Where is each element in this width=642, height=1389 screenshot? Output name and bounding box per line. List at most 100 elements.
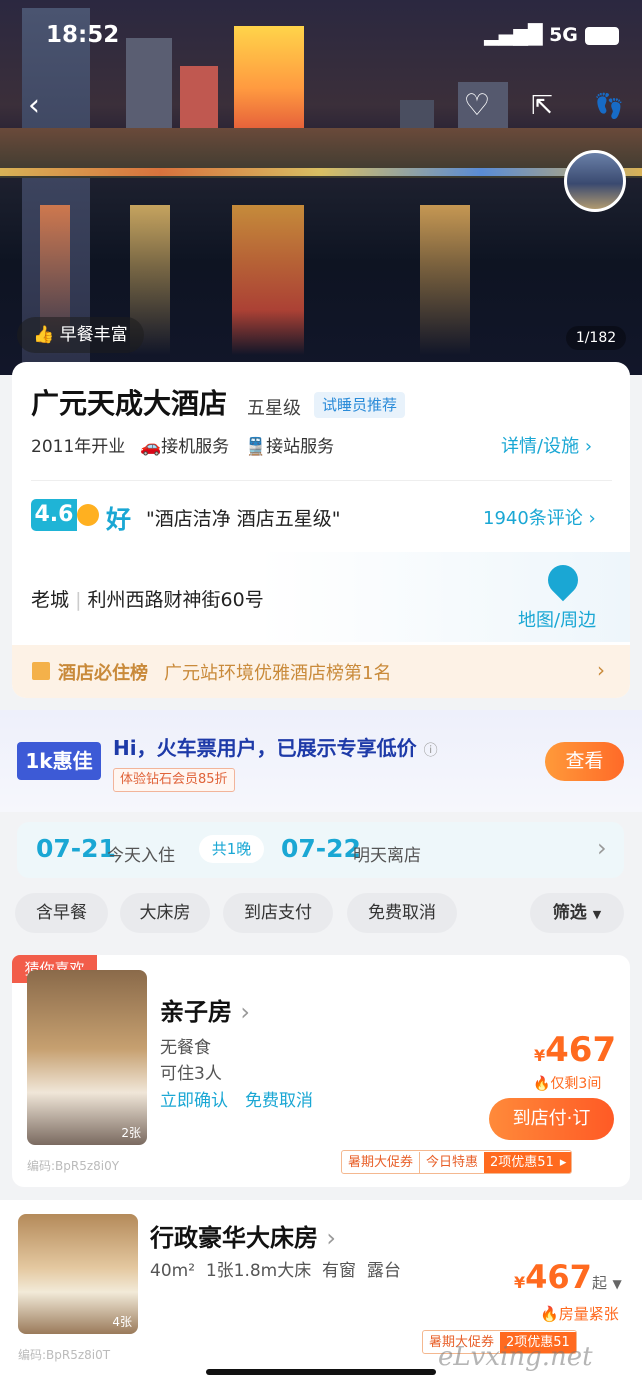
reviews-label: 1940条评论 [483, 508, 583, 529]
train-icon: 🚆 [245, 437, 267, 457]
chevron-right-icon: › [597, 658, 605, 682]
room-name[interactable]: 亲子房 › [160, 992, 250, 1027]
reflection [420, 205, 470, 355]
watermark: eLvxing.net [438, 1342, 593, 1372]
help-icon[interactable]: ⓘ [424, 743, 438, 759]
chevron-right-icon: › [326, 1224, 336, 1252]
filter-label: 筛选 [552, 903, 587, 923]
fire-icon: 🔥 [540, 1305, 559, 1323]
rank-title: 酒店必住榜 [58, 663, 148, 684]
divider [31, 480, 612, 481]
hotel-thumbnail[interactable] [564, 150, 626, 212]
view-button[interactable]: 查看 [545, 742, 624, 781]
trophy-icon [32, 662, 50, 680]
book-button[interactable]: 到店付·订 [489, 1098, 614, 1140]
light-strip [0, 168, 642, 176]
room-photo[interactable]: 4张 [18, 1214, 138, 1334]
promo-title: Hi，火车票用户，已展示专享低价 ⓘ [113, 732, 438, 761]
rank-text: 广元站环境优雅酒店榜第1名 [164, 663, 392, 684]
status-signal: ▂▄▆█ 5G [484, 24, 619, 46]
tag-label: 早餐丰富 [59, 325, 128, 345]
promo-title-text: Hi，火车票用户，已展示专享低价 [113, 736, 417, 760]
breakfast-tag: 👍 早餐丰富 [17, 317, 144, 353]
address: 老城 | 利州西路财神街60号 [31, 589, 264, 611]
details-link[interactable]: 详情/设施 › [501, 432, 592, 458]
photo-counter: 1/182 [566, 326, 626, 350]
nights-count: 共1晚 [199, 835, 264, 863]
currency: ¥ [514, 1273, 526, 1292]
star-level: 五星级 [247, 398, 301, 419]
checkin-label: 今天入住 [107, 846, 175, 866]
details-label: 详情/设施 [501, 436, 580, 457]
reviews-link[interactable]: 1940条评论 › [483, 504, 596, 530]
promo-tag-summer: 暑期大促券 [348, 1155, 414, 1170]
filter-pay-at-hotel[interactable]: 到店支付 [223, 893, 333, 933]
photo-count: 2张 [121, 1126, 141, 1140]
airport-service: 🚗接机服务 [140, 432, 229, 457]
carrier: 5G [549, 24, 578, 46]
stock-info: 🔥仅剩3间 [533, 1073, 601, 1093]
filter-free-cancel[interactable]: 免费取消 [347, 893, 457, 933]
back-button[interactable]: ‹ [14, 86, 54, 126]
filter-button[interactable]: 筛选 ▼ [530, 893, 624, 933]
price-value: 467 [545, 1030, 617, 1070]
caret-down-icon: ▼ [592, 908, 602, 921]
illuminated-tower [234, 26, 304, 130]
instant-confirm: 立即确认 [160, 1091, 228, 1111]
fire-icon: 🔥 [533, 1076, 551, 1092]
price-value: 467 [525, 1258, 592, 1296]
hero-photo[interactable]: 18:52 ▂▄▆█ 5G ‹ ♡ ⇱ 👣 👍 早餐丰富 1/182 [0, 0, 642, 375]
chevron-right-icon: › [240, 998, 250, 1026]
stock-info: 🔥房量紧张 [540, 1303, 619, 1324]
promo-logo: 1k惠佳 [17, 742, 101, 780]
battery-icon [584, 26, 619, 45]
checkin-date: 07-21 [36, 834, 116, 863]
filter-breakfast[interactable]: 含早餐 [15, 893, 108, 933]
home-indicator[interactable] [206, 1369, 436, 1375]
reflection [232, 205, 304, 355]
map-link[interactable]: 地图/周边 [518, 606, 596, 632]
ranking-banner[interactable]: 酒店必住榜 广元站环境优雅酒店榜第1名 › [12, 645, 630, 698]
rating-word: 好 [106, 505, 132, 534]
rating-score: 4.6 [31, 499, 77, 531]
currency: ¥ [534, 1046, 546, 1065]
car-icon: 🚗 [140, 437, 162, 457]
room-specs: 40m² 1张1.8m大床 有窗 露台 [150, 1261, 401, 1281]
chevron-right-icon: › [597, 834, 607, 862]
promo-tags[interactable]: 暑期大促券 今日特惠 2项优惠51 ▸ [341, 1150, 573, 1174]
airport-label: 接机服务 [161, 437, 230, 457]
filter-king-bed[interactable]: 大床房 [120, 893, 210, 933]
share-icon[interactable]: ⇱ [522, 86, 562, 126]
occupancy-info: 可住3人 [160, 1064, 222, 1084]
room-photo[interactable]: 2张 [27, 970, 147, 1145]
hotel-name: 广元天成大酒店 [31, 387, 228, 420]
station-label: 接站服务 [266, 437, 335, 457]
checkout-date: 07-22 [281, 834, 361, 863]
checkout-label: 明天离店 [353, 846, 421, 866]
area: 老城 [31, 589, 70, 611]
free-cancel: 免费取消 [245, 1091, 313, 1111]
favorite-heart-icon[interactable]: ♡ [457, 86, 497, 126]
photo-count: 4张 [112, 1315, 132, 1329]
smile-icon [77, 504, 99, 526]
caret-right-icon: ▸ [559, 1152, 572, 1173]
street: 利州西路财神街60号 [87, 589, 264, 611]
stock-text: 仅剩3间 [550, 1076, 602, 1092]
thumbs-up-icon: 👍 [33, 325, 55, 345]
promo-discount: 体验钻石会员85折 [113, 768, 235, 792]
footprint-icon[interactable]: 👣 [589, 86, 629, 126]
room-price: ¥467 [534, 1030, 616, 1070]
building [126, 38, 172, 138]
caret-down-icon: ▼ [612, 1277, 622, 1291]
room-price: ¥467起 ▼ [514, 1258, 622, 1296]
room-code: 编码:BpR5z8i0T [18, 1348, 111, 1362]
chevron-right-icon: › [584, 436, 593, 457]
meal-info: 无餐食 [160, 1038, 211, 1058]
room-name[interactable]: 行政豪华大床房 › [150, 1218, 336, 1253]
room-code: 编码:BpR5z8i0Y [27, 1159, 120, 1173]
promo-tag-today: 今日特惠 [419, 1152, 484, 1173]
station-service: 🚆接站服务 [245, 432, 334, 457]
price-suffix: 起 [591, 1274, 607, 1292]
recommend-badge[interactable]: 试睡员推荐 [314, 392, 406, 418]
date-selector[interactable]: 07-21 今天入住 共1晚 07-22 明天离店 › [17, 822, 624, 878]
